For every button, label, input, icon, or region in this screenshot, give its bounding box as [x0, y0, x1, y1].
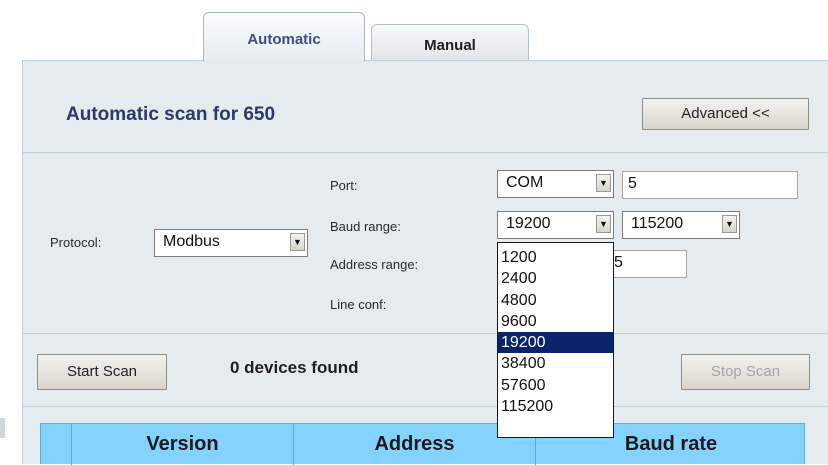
- baud-from-value: 19200: [506, 215, 551, 232]
- chevron-down-icon[interactable]: ▼: [596, 215, 611, 233]
- chevron-down-icon[interactable]: ▼: [290, 233, 305, 251]
- left-edge-marker: [0, 418, 5, 438]
- address-range-label: Address range:: [330, 257, 419, 272]
- advanced-button[interactable]: Advanced <<: [642, 98, 809, 130]
- baud-from-select[interactable]: 19200 ▼: [497, 211, 614, 239]
- table-header-selector-column: [41, 424, 71, 465]
- chevron-down-icon[interactable]: ▼: [596, 174, 611, 192]
- stop-scan-button: Stop Scan: [681, 354, 810, 390]
- divider-top: [23, 152, 828, 153]
- line-conf-label: Line conf:: [330, 297, 387, 312]
- port-type-select[interactable]: COM ▼: [497, 170, 614, 198]
- baud-option[interactable]: 115200: [498, 396, 613, 417]
- tab-automatic[interactable]: Automatic: [203, 12, 365, 62]
- protocol-select[interactable]: Modbus ▼: [154, 229, 308, 257]
- chevron-down-icon[interactable]: ▼: [722, 215, 737, 233]
- port-number-field[interactable]: 5: [622, 171, 798, 199]
- port-number-value: 5: [628, 175, 637, 192]
- baud-option[interactable]: 4800: [498, 290, 613, 311]
- divider-bottom: [23, 406, 828, 407]
- baud-option[interactable]: 38400: [498, 353, 613, 374]
- baud-option[interactable]: 9600: [498, 311, 613, 332]
- port-type-value: COM: [506, 174, 544, 191]
- port-label: Port:: [330, 178, 358, 193]
- baud-option-selected[interactable]: 19200: [498, 332, 613, 354]
- baud-range-label: Baud range:: [330, 219, 401, 234]
- protocol-select-value: Modbus: [163, 233, 220, 250]
- baud-to-value: 115200: [631, 215, 684, 232]
- address-range-to-value: 5: [614, 254, 623, 271]
- tab-manual[interactable]: Manual: [371, 24, 529, 60]
- baud-to-select[interactable]: 115200 ▼: [622, 211, 740, 239]
- baud-dropdown-list[interactable]: 1200 2400 4800 9600 19200 38400 57600 11…: [497, 242, 614, 438]
- table-header-version[interactable]: Version: [71, 424, 293, 465]
- protocol-label: Protocol:: [50, 235, 102, 250]
- baud-option[interactable]: 57600: [498, 375, 613, 396]
- page-title: Automatic scan for 650: [66, 104, 276, 125]
- start-scan-button[interactable]: Start Scan: [37, 354, 167, 390]
- divider-middle: [23, 333, 828, 334]
- devices-found-status: 0 devices found: [230, 358, 359, 377]
- baud-option[interactable]: 2400: [498, 268, 613, 289]
- results-table-header: Version Address Baud rate: [40, 423, 805, 465]
- baud-option[interactable]: 1200: [498, 247, 613, 268]
